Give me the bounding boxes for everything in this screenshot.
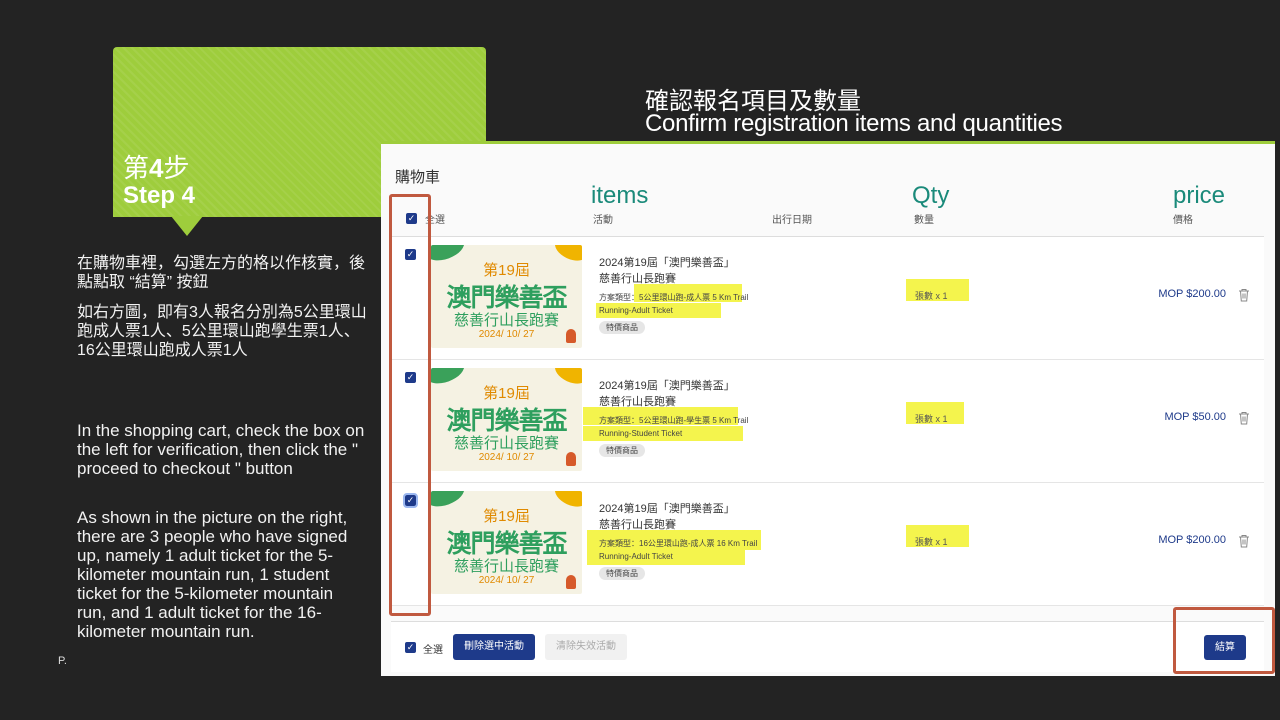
runner-figure (566, 575, 576, 589)
plan-type: 方案類型：16公里環山跑-成人票 16 Km Trail Running-Adu… (599, 539, 758, 561)
footer-select-all-checkbox[interactable]: ✓ (405, 642, 416, 653)
price-annotation: price (1173, 182, 1226, 209)
banner-edition: 第19屆 (483, 508, 530, 525)
item-quantity: 張數 x 1 (915, 537, 948, 547)
step-number-zh: 第4步 (123, 153, 190, 184)
item-price: MOP $200.00 (1158, 534, 1226, 546)
example-zh: 如右方圖，即有3人報名分別為5公里環山跑成人票1人、5公里環山跑學生票1人、16… (77, 304, 367, 359)
cart-item-row: ✓ 第19屆 澳門樂善盃 慈善行山長跑賽 2024/ 10/ 27 2024第1… (391, 483, 1264, 606)
checkout-button-annotation (1173, 607, 1275, 674)
step-banner-pointer (171, 216, 203, 236)
plan-type: 方案類型：5公里環山跑-成人票 5 Km Trail Running-Adult… (599, 293, 749, 315)
checkbox-column-annotation (389, 194, 431, 616)
step-number-en: Step 4 (123, 182, 196, 209)
cart-item-row: ✓ 第19屆 澳門樂善盃 慈善行山長跑賽 2024/ 10/ 27 2024第1… (391, 360, 1264, 483)
item-quantity: 張數 x 1 (915, 291, 948, 301)
col-date: 出行日期 (772, 215, 812, 226)
page-marker: P. (58, 655, 67, 667)
cart-item-row: ✓ 第19屆 澳門樂善盃 慈善行山長跑賽 2024/ 10/ 27 2024第1… (391, 237, 1264, 360)
event-name[interactable]: 2024第19屆「澳門樂善盃」慈善行山長跑賽 (599, 501, 744, 533)
col-activity: 活動 (593, 215, 613, 226)
col-price: 價格 (1173, 215, 1193, 226)
shopping-cart-screenshot: 購物車 items Qty price ✓ 全選 活動 出行日期 數量 價格 ✓… (381, 141, 1275, 676)
item-quantity: 張數 x 1 (915, 414, 948, 424)
trash-icon[interactable] (1238, 288, 1250, 302)
special-offer-tag: 特價商品 (599, 567, 645, 580)
cart-footer: ✓ 全選 刪除選中活動 清除失效活動 結算 (391, 621, 1264, 672)
col-quantity: 數量 (914, 215, 934, 226)
footer-select-all-label: 全選 (423, 645, 443, 656)
banner-edition: 第19屆 (483, 385, 530, 402)
runner-figure (566, 452, 576, 466)
qty-annotation: Qty (912, 182, 950, 209)
banner-date: 2024/ 10/ 27 (478, 329, 535, 340)
cart-title: 購物車 (395, 169, 441, 186)
banner-event-name: 慈善行山長跑賽 (453, 558, 559, 575)
event-banner-image[interactable]: 第19屆 澳門樂善盃 慈善行山長跑賽 2024/ 10/ 27 (431, 491, 582, 594)
special-offer-tag: 特價商品 (599, 444, 645, 457)
runner-figure (566, 329, 576, 343)
slide-title-en: Confirm registration items and quantitie… (645, 110, 1063, 137)
banner-edition: 第19屆 (483, 262, 530, 279)
trash-icon[interactable] (1238, 411, 1250, 425)
items-annotation: items (591, 182, 649, 209)
special-offer-tag: 特價商品 (599, 321, 645, 334)
check-icon: ✓ (406, 642, 415, 652)
event-banner-image[interactable]: 第19屆 澳門樂善盃 慈善行山長跑賽 2024/ 10/ 27 (431, 245, 582, 348)
plan-type: 方案類型：5公里環山跑-學生票 5 Km Trail Running-Stude… (599, 416, 749, 438)
item-price: MOP $200.00 (1158, 288, 1226, 300)
event-name[interactable]: 2024第19屆「澳門樂善盃」慈善行山長跑賽 (599, 255, 744, 287)
example-en: As shown in the picture on the right, th… (77, 508, 348, 641)
instruction-zh: 在購物車裡，勾選左方的格以作核實，後點點取 “結算” 按鈕 (77, 255, 366, 291)
item-price: MOP $50.00 (1164, 411, 1226, 423)
remove-selected-button[interactable]: 刪除選中活動 (453, 634, 535, 660)
banner-event-name: 慈善行山長跑賽 (453, 435, 559, 452)
clear-invalid-button[interactable]: 清除失效活動 (545, 634, 627, 660)
trash-icon[interactable] (1238, 534, 1250, 548)
event-name[interactable]: 2024第19屆「澳門樂善盃」慈善行山長跑賽 (599, 378, 744, 410)
banner-event-name: 慈善行山長跑賽 (453, 312, 559, 329)
cart-item-list: ✓ 第19屆 澳門樂善盃 慈善行山長跑賽 2024/ 10/ 27 2024第1… (391, 236, 1264, 606)
instruction-en: In the shopping cart, check the box on t… (77, 421, 365, 478)
banner-date: 2024/ 10/ 27 (478, 575, 535, 586)
event-banner-image[interactable]: 第19屆 澳門樂善盃 慈善行山長跑賽 2024/ 10/ 27 (431, 368, 582, 471)
banner-date: 2024/ 10/ 27 (478, 452, 535, 463)
